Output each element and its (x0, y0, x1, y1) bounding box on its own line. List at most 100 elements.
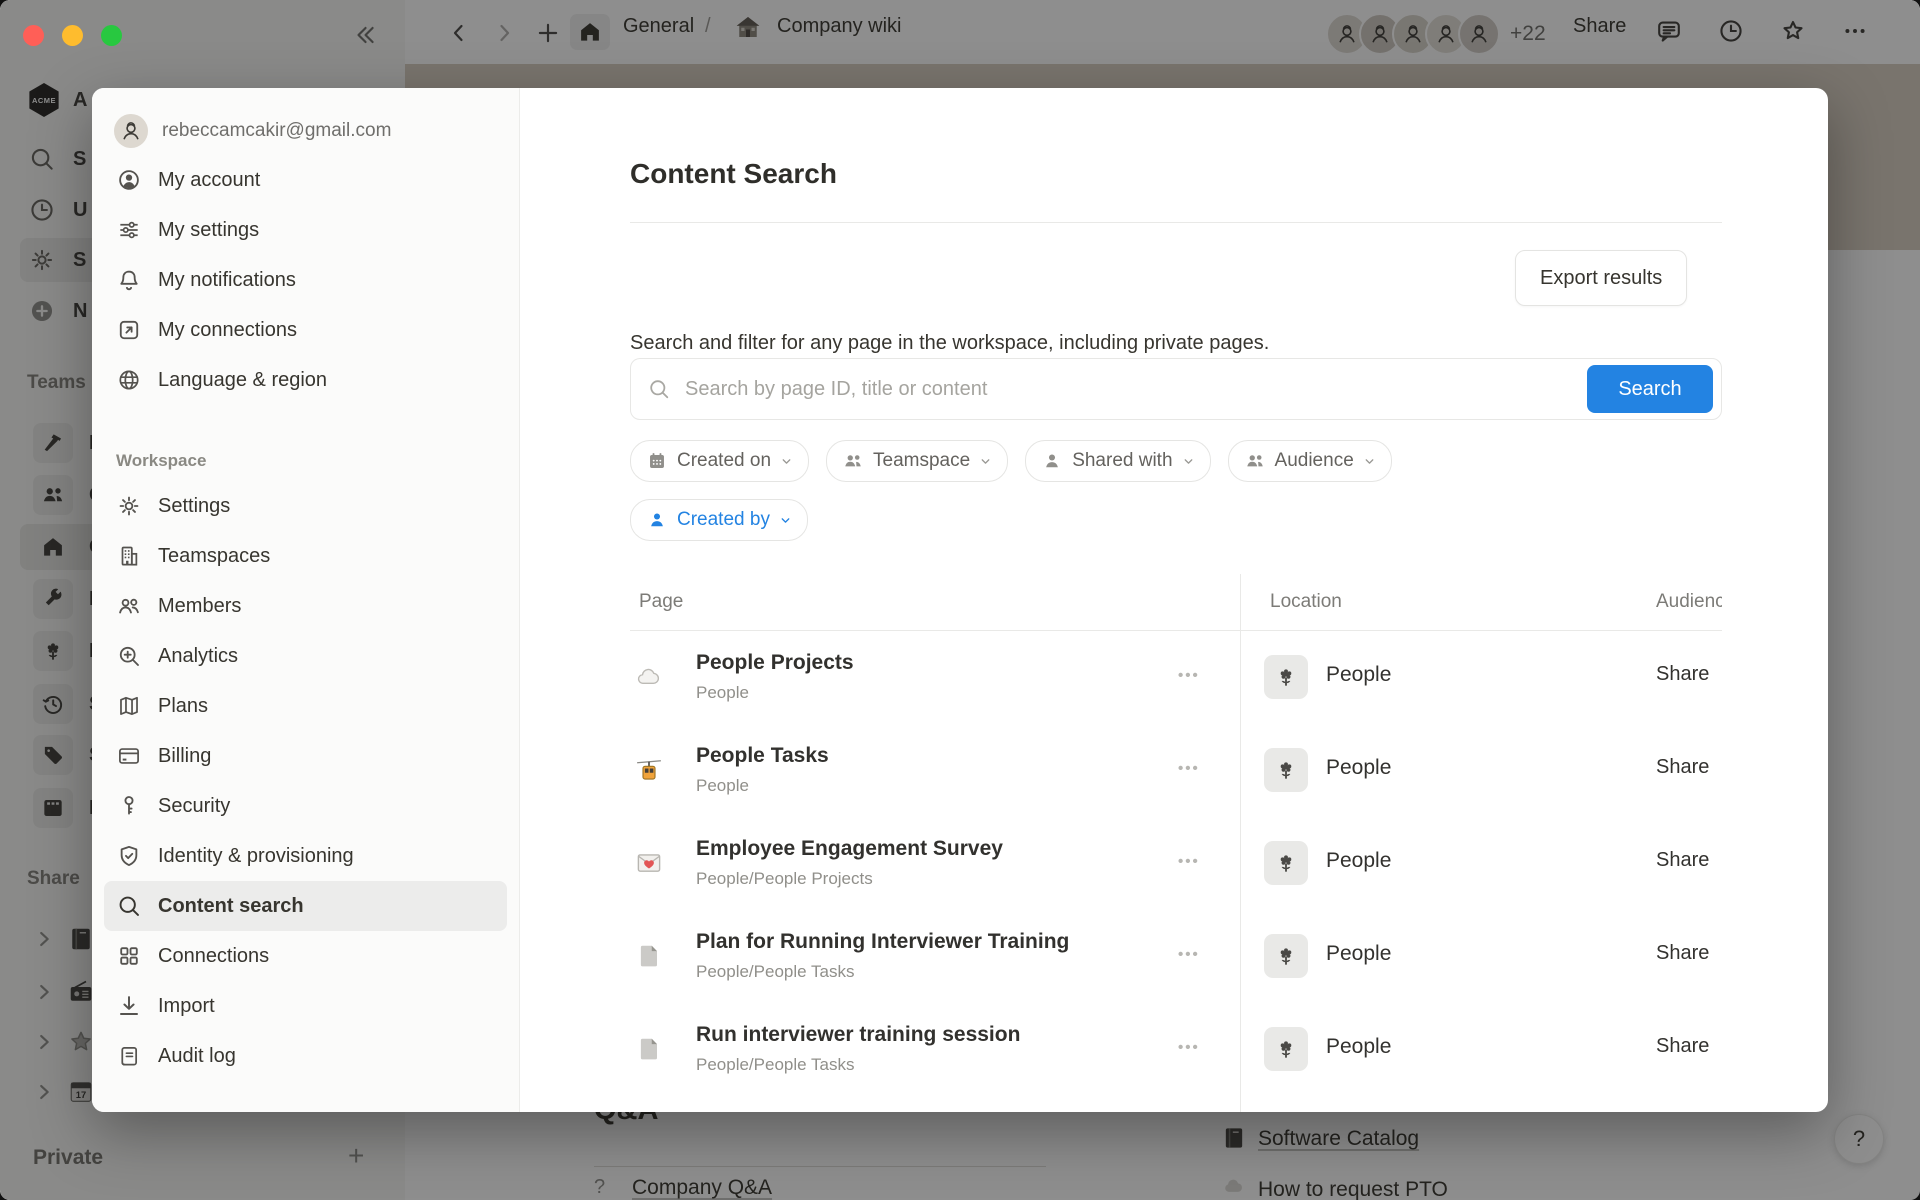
globe-icon (116, 367, 142, 393)
page-icon (634, 941, 664, 971)
row-menu-button[interactable]: ••• (1178, 760, 1200, 777)
settings-nav-settings[interactable]: Settings (104, 481, 507, 531)
gear-icon (116, 493, 142, 519)
settings-nav-members[interactable]: Members (104, 581, 507, 631)
location-cell: People (1326, 756, 1391, 780)
table-row[interactable]: People Projects People ••• People Share (630, 631, 1722, 724)
grid-icon (116, 943, 142, 969)
settings-nav-analytics[interactable]: Analytics (104, 631, 507, 681)
filter-created-on[interactable]: Created on (630, 440, 809, 482)
love-letter-icon (634, 848, 664, 878)
page-icon (634, 1034, 664, 1064)
content-search-input[interactable] (683, 377, 1721, 402)
account-avatar (114, 114, 148, 148)
filter-teamspace[interactable]: Teamspace (826, 440, 1008, 482)
building-icon (116, 543, 142, 569)
account-row: rebeccamcakir@gmail.com (114, 113, 519, 149)
people-icon (842, 450, 864, 472)
page-title-cell[interactable]: Employee Engagement Survey (696, 837, 1003, 861)
page-title-cell[interactable]: People Projects (696, 651, 854, 675)
settings-nav: rebeccamcakir@gmail.com My account My se… (92, 88, 520, 1112)
chevron-down-icon (979, 455, 992, 468)
teamspace-flower-icon (1264, 841, 1308, 885)
settings-nav-audit-log[interactable]: Audit log (104, 1031, 507, 1081)
nav-label: Teamspaces (158, 545, 270, 568)
location-cell: People (1326, 663, 1391, 687)
cloud-icon (634, 662, 664, 692)
settings-nav-my-settings[interactable]: My settings (104, 205, 507, 255)
settings-nav-my-connections[interactable]: My connections (104, 305, 507, 355)
teamspace-flower-icon (1264, 655, 1308, 699)
key-icon (116, 793, 142, 819)
app-window: ACME A S U S N Teams P C G P P S S M Sha… (0, 0, 1920, 1200)
row-menu-button[interactable]: ••• (1178, 946, 1200, 963)
settings-nav-security[interactable]: Security (104, 781, 507, 831)
filter-shared-with[interactable]: Shared with (1025, 440, 1210, 482)
analytics-icon (116, 643, 142, 669)
nav-label: My connections (158, 319, 297, 342)
nav-label: Analytics (158, 645, 238, 668)
zoom-button[interactable] (101, 25, 122, 46)
results-table: Page Location Audience People Projects P… (630, 574, 1722, 1112)
chip-label: Shared with (1072, 450, 1172, 472)
search-input-icon (647, 377, 671, 401)
settings-nav-connections[interactable]: Connections (104, 931, 507, 981)
nav-label: My account (158, 169, 260, 192)
table-row[interactable]: Plan for Running Interviewer Training Pe… (630, 910, 1722, 1003)
chevron-down-icon (1182, 455, 1195, 468)
settings-nav-plans[interactable]: Plans (104, 681, 507, 731)
nav-label: Content search (158, 895, 304, 918)
arrow-up-right-icon (116, 317, 142, 343)
row-menu-button[interactable]: ••• (1178, 667, 1200, 684)
settings-nav-my-notifications[interactable]: My notifications (104, 255, 507, 305)
settings-nav-language-region[interactable]: Language & region (104, 355, 507, 405)
row-menu-button[interactable]: ••• (1178, 1039, 1200, 1056)
person-circle-icon (116, 167, 142, 193)
chevron-down-icon (779, 514, 792, 527)
scroll-icon (116, 1043, 142, 1069)
settings-nav-billing[interactable]: Billing (104, 731, 507, 781)
nav-label: Settings (158, 495, 230, 518)
nav-label: Security (158, 795, 230, 818)
filter-chips-row: Created on Teamspace Shared with Audienc… (630, 440, 1392, 482)
export-results-button[interactable]: Export results (1515, 250, 1687, 306)
title-divider (630, 222, 1722, 223)
settings-nav-import[interactable]: Import (104, 981, 507, 1031)
page-title-cell[interactable]: People Tasks (696, 744, 829, 768)
filter-created-by[interactable]: Created by (630, 499, 808, 541)
teamspace-flower-icon (1264, 934, 1308, 978)
settings-nav-my-account[interactable]: My account (104, 155, 507, 205)
table-header: Page Location Audience (630, 574, 1722, 631)
nav-label: Members (158, 595, 241, 618)
nav-label: Billing (158, 745, 211, 768)
audience-cell: Share (1656, 1035, 1722, 1058)
chip-label: Audience (1275, 450, 1354, 472)
page-title-cell[interactable]: Run interviewer training session (696, 1023, 1020, 1047)
page-title: Content Search (630, 158, 837, 190)
bell-icon (116, 267, 142, 293)
table-row[interactable]: Employee Engagement Survey People/People… (630, 817, 1722, 910)
chip-label: Created by (677, 509, 770, 531)
row-menu-button[interactable]: ••• (1178, 853, 1200, 870)
settings-nav-teamspaces[interactable]: Teamspaces (104, 531, 507, 581)
search-icon (116, 893, 142, 919)
search-submit-button[interactable]: Search (1587, 365, 1713, 413)
page-title-cell[interactable]: Plan for Running Interviewer Training (696, 930, 1069, 954)
settings-nav-identity-provisioning[interactable]: Identity & provisioning (104, 831, 507, 881)
chevron-down-icon (1363, 455, 1376, 468)
page-path-cell: People/People Projects (696, 869, 873, 889)
table-row[interactable]: People Tasks People ••• People Share (630, 724, 1722, 817)
nav-label: My notifications (158, 269, 296, 292)
close-button[interactable] (23, 25, 44, 46)
settings-nav-content-search[interactable]: Content search (104, 881, 507, 931)
column-header-location: Location (1270, 591, 1342, 613)
filter-audience[interactable]: Audience (1228, 440, 1392, 482)
person-icon (646, 509, 668, 531)
shield-check-icon (116, 843, 142, 869)
chevron-down-icon (780, 455, 793, 468)
person-icon (1041, 450, 1063, 472)
table-row[interactable]: Run interviewer training session People/… (630, 1003, 1722, 1096)
members-icon (116, 593, 142, 619)
teamspace-flower-icon (1264, 1027, 1308, 1071)
minimize-button[interactable] (62, 25, 83, 46)
